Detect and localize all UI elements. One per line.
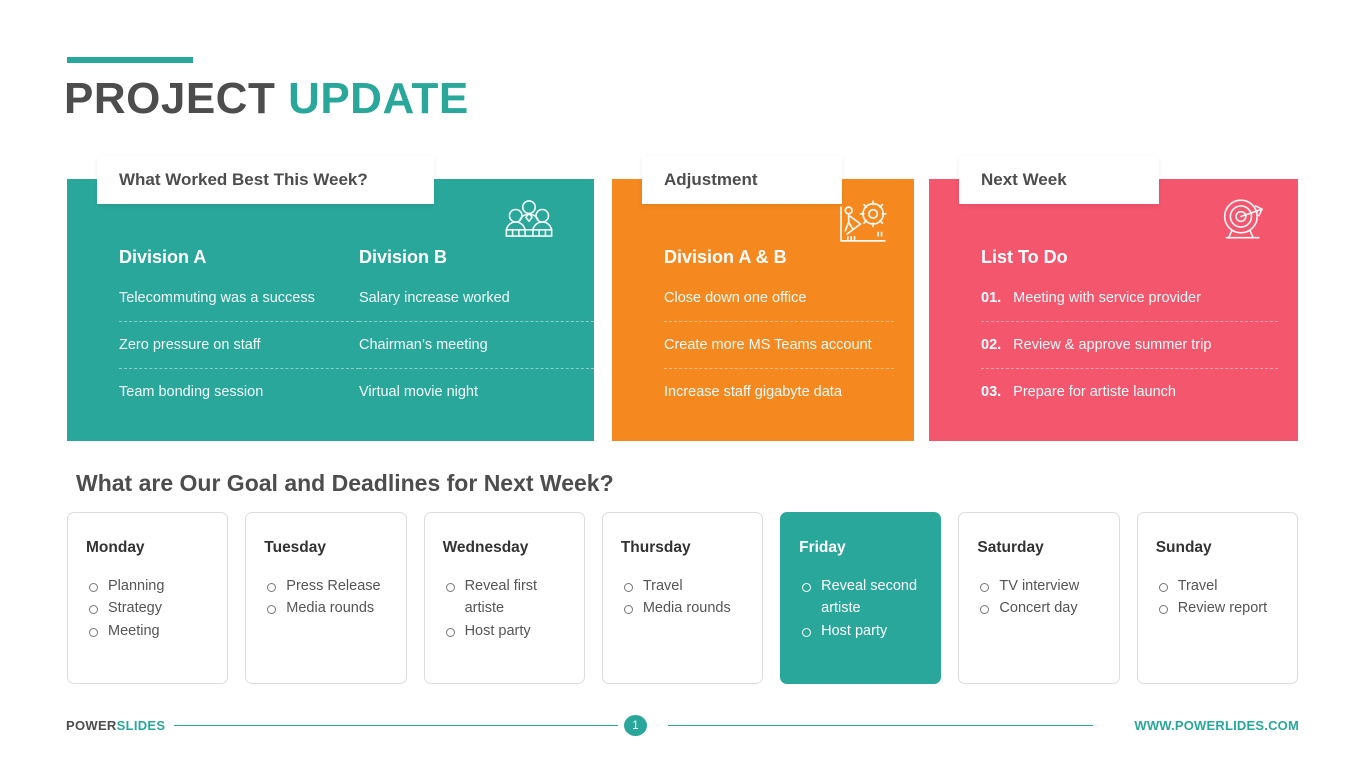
day-card-wednesday[interactable]: Wednesday Reveal first artiste Host party [423,512,585,684]
page-number-badge: 1 [624,715,647,736]
day-name: Tuesday [264,539,327,556]
list-item: Telecommuting was a success [119,289,359,323]
summary-cards-row: What Worked Best This Week? Division A Te… [67,156,1298,441]
summary-card-column: Division A Telecommuting was a success Zer… [119,247,359,401]
page-title: PROJECT UPDATE [64,74,469,124]
list-item: Chairman’s meeting [359,336,599,370]
day-task-item: Host party [799,620,922,642]
list-item: Create more MS Teams account [664,336,894,370]
list-item: Salary increase worked [359,289,599,323]
list-item-text: Prepare for artiste launch [1013,384,1176,401]
summary-card-column: Division B Salary increase worked Chairman… [359,247,599,401]
list-item: 01. Meeting with service provider [981,289,1278,323]
day-name: Wednesday [442,539,529,556]
summary-card-header: Adjustment [642,156,842,204]
day-card-friday[interactable]: Friday Reveal second artiste Host party [780,512,942,684]
day-task-item: Media rounds [264,597,387,619]
day-card-monday[interactable]: Monday Planning Strategy Meeting [67,512,229,684]
day-name: Sunday [1155,539,1212,556]
day-card-tuesday[interactable]: Tuesday Press Release Media rounds [245,512,407,684]
day-task-item: Host party [443,620,566,642]
day-task-item: Strategy [86,597,209,619]
day-task-item: Reveal second artiste [799,575,922,620]
day-task-item: Meeting [86,620,209,642]
list-item-number: 03. [981,384,1002,401]
day-task-list: Press Release Media rounds [264,575,387,620]
list-item: 02. Review & approve summer trip [981,336,1278,370]
summary-card-2: Adjustment Division A & B Close down one … [612,156,914,441]
summary-card-1: What Worked Best This Week? Division A Te… [67,156,599,441]
day-task-list: Planning Strategy Meeting [86,575,209,642]
day-task-item: TV interview [977,575,1100,597]
column-item-list: 01. Meeting with service provider 02. Revie… [981,289,1278,401]
day-task-list: Travel Media rounds [621,575,744,620]
column-item-list: Telecommuting was a success Zero pressure… [119,289,359,401]
day-task-list: TV interview Concert day [977,575,1100,620]
list-item: Increase staff gigabyte data [664,384,842,401]
day-task-item: Travel [1156,575,1279,597]
summary-card-body: Division A Telecommuting was a success Zer… [119,247,599,401]
target-arrow-icon [1216,197,1274,254]
page-title-primary: PROJECT [64,74,276,123]
day-task-item: Media rounds [621,597,744,619]
brand-primary: POWER [66,718,117,733]
day-name: Monday [86,539,145,556]
day-task-list: Reveal first artiste Host party [443,575,566,642]
brand-accent: SLIDES [116,718,166,733]
day-card-sunday[interactable]: Sunday Travel Review report [1136,512,1298,684]
person-pushing-gear-icon [834,197,892,256]
list-item-number: 02. [981,337,1002,354]
list-item-text: Review & approve summer trip [1013,337,1212,354]
day-name: Saturday [977,539,1044,556]
summary-card-body: Division A & B Close down one office Creat… [664,247,894,401]
day-task-list: Reveal second artiste Host party [799,575,922,642]
day-name: Thursday [620,539,691,556]
day-task-list: Travel Review report [1156,575,1279,620]
day-task-item: Review report [1156,597,1279,619]
title-accent-rule [67,57,193,63]
column-title: Division B [359,247,448,267]
day-card-saturday[interactable]: Saturday TV interview Concert day [958,512,1120,684]
team-people-icon [498,197,560,252]
summary-card-3: Next Week List To Do 01. Meeting with serv… [929,156,1298,441]
list-item: Close down one office [664,289,894,323]
column-item-list: Salary increase worked Chairman’s meeting… [359,289,599,401]
summary-card-column: List To Do 01. Meeting with service provid… [981,247,1278,401]
footer-divider-right [668,725,1093,726]
page-title-accent: UPDATE [288,74,469,123]
footer: POWERSLIDES 1 WWW.POWERLIDES.COM [0,712,1365,752]
column-title: Division A [119,247,207,267]
section-heading: What are Our Goal and Deadlines for Next… [76,470,614,496]
list-item: 03. Prepare for artiste launch [981,383,1278,401]
day-task-item: Reveal first artiste [443,575,566,620]
day-task-item: Concert day [977,597,1100,619]
summary-card-header: What Worked Best This Week? [97,156,434,204]
day-task-item: Planning [86,575,209,597]
day-task-item: Press Release [264,575,387,597]
list-item: Virtual movie night [359,384,479,401]
day-card-thursday[interactable]: Thursday Travel Media rounds [601,512,764,684]
day-name: Friday [799,539,846,556]
site-url[interactable]: WWW.POWERLIDES.COM [1134,718,1299,733]
brand-logo: POWERSLIDES [66,718,165,733]
list-item: Team bonding session [119,384,264,401]
list-item-number: 01. [981,290,1002,306]
list-item-text: Meeting with service provider [1013,290,1201,306]
column-item-list: Close down one office Create more MS Team… [664,289,894,401]
summary-card-header: Next Week [959,156,1159,204]
summary-card-column: Division A & B Close down one office Creat… [664,247,894,401]
day-task-item: Travel [621,575,744,597]
list-item: Zero pressure on staff [119,336,359,370]
footer-divider-left [174,725,618,726]
weekly-schedule-row: Monday Planning Strategy Meeting Tuesday Pres… [67,512,1298,684]
summary-card-body: List To Do 01. Meeting with service provid… [981,247,1278,401]
